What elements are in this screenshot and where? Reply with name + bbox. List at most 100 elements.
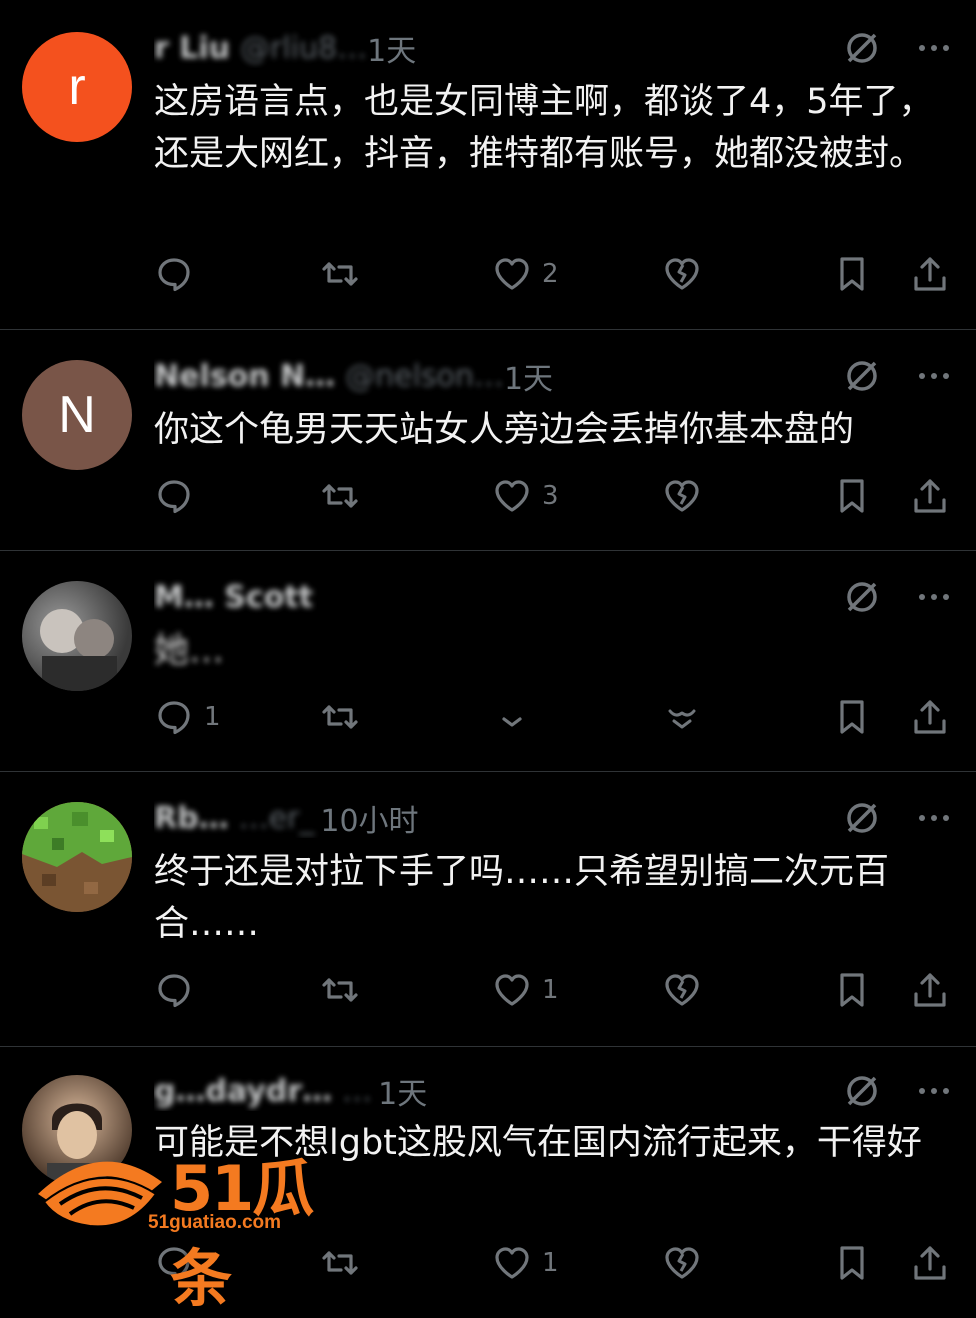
reply-button[interactable]: 1 (154, 695, 221, 739)
bookmark-icon (840, 700, 864, 734)
dislike-button[interactable] (662, 252, 702, 296)
reply-text: 这房语言点，也是女同博主啊，都谈了4，5年了，还是大网红，抖音，推特都有账号，她… (154, 82, 934, 174)
handle[interactable]: … (342, 1074, 372, 1109)
like-count: 1 (542, 1248, 559, 1278)
reply-button[interactable] (154, 252, 204, 296)
reply-bubble-icon (158, 258, 190, 292)
avatar[interactable] (22, 802, 132, 912)
like-button[interactable]: 2 (492, 252, 559, 296)
retweet-icon (322, 705, 358, 729)
grass-block-avatar (22, 802, 132, 912)
more-dots-icon[interactable] (916, 800, 952, 836)
action-bar: 3 (154, 474, 950, 518)
timestamp[interactable]: 1天 (367, 28, 416, 68)
bookmark-icon (840, 973, 864, 1007)
reply-button[interactable] (154, 474, 204, 518)
share-icon (914, 257, 946, 291)
reply-bubble-icon (158, 974, 190, 1008)
avatar[interactable] (22, 581, 132, 691)
grok-slash-icon[interactable] (842, 1071, 882, 1111)
share-icon (914, 479, 946, 513)
display-name[interactable]: g…daydr… (154, 1074, 332, 1109)
retweet-icon (322, 262, 358, 286)
heart-icon (495, 480, 529, 512)
reply-item[interactable]: M… Scott 她… 1 (0, 551, 976, 772)
bookmark-icon (840, 257, 864, 291)
share-button[interactable] (910, 695, 950, 739)
retweet-icon (322, 978, 358, 1002)
share-button[interactable] (910, 968, 950, 1012)
broken-heart-icon (665, 480, 699, 512)
dislike-button[interactable] (662, 1241, 702, 1285)
reply-text: 终于还是对拉下手了吗……只希望别搞二次元百合…… (154, 852, 890, 944)
more-dots-icon[interactable] (916, 358, 952, 394)
retweet-button[interactable] (320, 252, 360, 296)
dislike-button[interactable] (662, 695, 702, 739)
share-icon (914, 700, 946, 734)
grok-slash-icon[interactable] (842, 577, 882, 617)
handle[interactable]: …er_ (239, 801, 315, 836)
handle[interactable]: @rliu8… (240, 31, 367, 66)
grok-slash-icon[interactable] (842, 356, 882, 396)
action-bar: 1 (154, 695, 950, 739)
retweet-button[interactable] (320, 695, 360, 739)
broken-heart-icon (665, 974, 699, 1006)
broken-heart-icon (665, 1247, 699, 1279)
bookmark-button[interactable] (832, 474, 872, 518)
heart-icon (495, 258, 529, 290)
site-watermark: 51瓜条 51guatiao.com (30, 1130, 350, 1315)
reply-bubble-icon (158, 480, 190, 514)
display-name[interactable]: Rb… (154, 801, 229, 836)
avatar[interactable]: N (22, 360, 132, 470)
bookmark-icon (840, 479, 864, 513)
retweet-button[interactable] (320, 968, 360, 1012)
handle[interactable]: @nelson… (345, 359, 504, 394)
retweet-button[interactable] (320, 474, 360, 518)
action-bar: 1 (154, 968, 950, 1012)
timestamp[interactable]: 1天 (504, 356, 553, 396)
more-dots-icon[interactable] (916, 1073, 952, 1109)
action-bar: 2 (154, 252, 950, 296)
timestamp[interactable]: 1天 (378, 1071, 427, 1111)
like-button[interactable] (492, 695, 542, 739)
like-count: 3 (542, 481, 559, 511)
heart-icon (495, 1247, 529, 1279)
more-dots-icon[interactable] (916, 579, 952, 615)
heart-icon (495, 974, 529, 1006)
reply-count: 1 (204, 702, 221, 732)
reply-button[interactable] (154, 968, 204, 1012)
share-icon (914, 1246, 946, 1280)
bookmark-button[interactable] (832, 252, 872, 296)
more-dots-icon[interactable] (916, 30, 952, 66)
retweet-icon (322, 484, 358, 508)
like-count: 1 (542, 975, 559, 1005)
reply-feed: r r Liu @rliu8… 1天 这房语言点，也是女同博主啊，都谈了4，5年… (0, 0, 976, 1315)
bookmark-button[interactable] (832, 695, 872, 739)
like-button[interactable]: 1 (492, 968, 559, 1012)
bookmark-button[interactable] (832, 968, 872, 1012)
avatar[interactable]: r (22, 32, 132, 142)
broken-heart-icon (665, 258, 699, 290)
grok-slash-icon[interactable] (842, 798, 882, 838)
like-count: 2 (542, 259, 559, 289)
bookmark-button[interactable] (832, 1241, 872, 1285)
timestamp[interactable]: 10小时 (320, 798, 418, 838)
display-name[interactable]: r Liu (154, 31, 230, 66)
reply-bubble-icon (158, 701, 190, 735)
share-icon (914, 973, 946, 1007)
dislike-button[interactable] (662, 474, 702, 518)
bookmark-icon (840, 1246, 864, 1280)
like-button[interactable]: 3 (492, 474, 559, 518)
share-button[interactable] (910, 474, 950, 518)
display-name[interactable]: M… Scott (154, 580, 313, 615)
reply-item[interactable]: N Nelson N… @nelson… 1天 你这个龟男天天站女人旁边会丢掉你… (0, 330, 976, 551)
share-button[interactable] (910, 252, 950, 296)
reply-item[interactable]: r r Liu @rliu8… 1天 这房语言点，也是女同博主啊，都谈了4，5年… (0, 0, 976, 330)
reply-item[interactable]: Rb… …er_ 10小时 终于还是对拉下手了吗……只希望别搞二次元百合…… 1 (0, 772, 976, 1047)
display-name[interactable]: Nelson N… (154, 359, 335, 394)
like-button[interactable]: 1 (492, 1241, 559, 1285)
reply-text: 她… (154, 631, 225, 671)
share-button[interactable] (910, 1241, 950, 1285)
grok-slash-icon[interactable] (842, 28, 882, 68)
dislike-button[interactable] (662, 968, 702, 1012)
